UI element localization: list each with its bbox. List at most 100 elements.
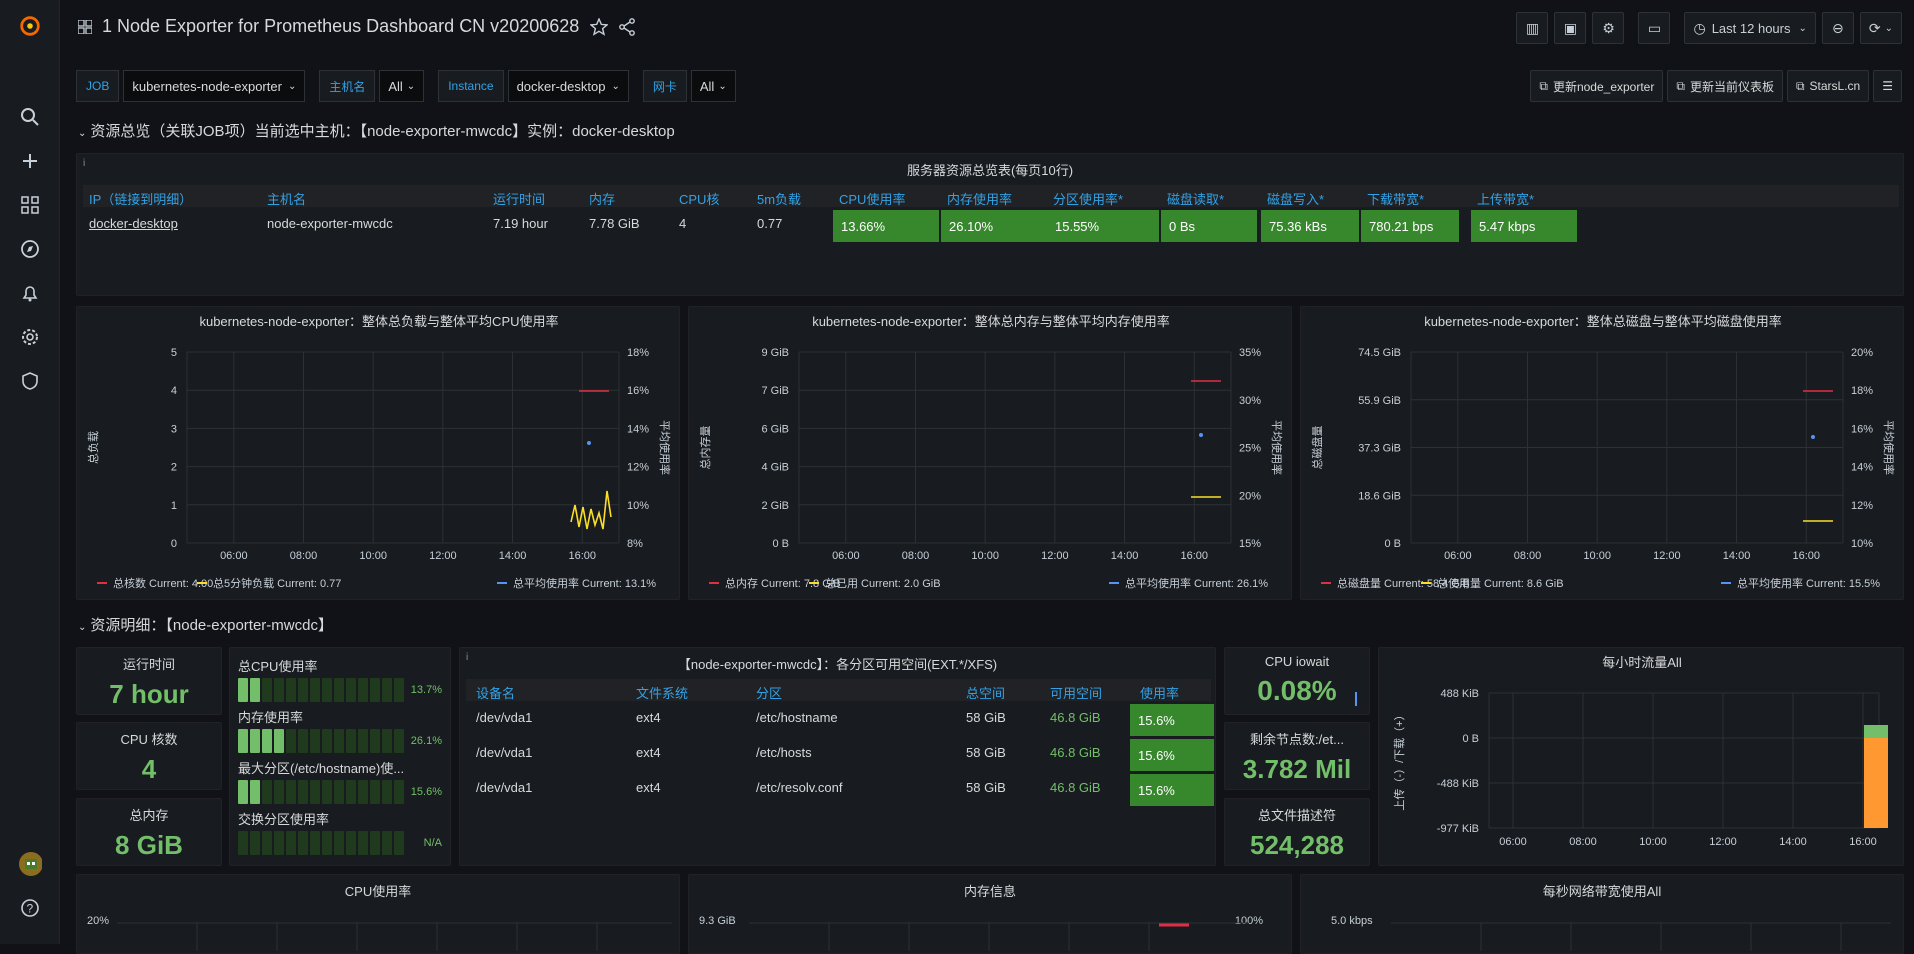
add-panel-button[interactable]: ▥ bbox=[1516, 12, 1549, 44]
column-header[interactable]: 设备名 bbox=[476, 683, 515, 702]
column-header[interactable]: 内存使用率 bbox=[947, 189, 1012, 208]
column-header[interactable]: 磁盘写入* bbox=[1267, 189, 1324, 208]
sparkline bbox=[1355, 692, 1357, 706]
star-icon[interactable] bbox=[589, 17, 609, 39]
column-header[interactable]: IP（链接到明细） bbox=[89, 189, 192, 208]
stat-cores-panel: CPU 核数 4 bbox=[76, 722, 222, 790]
grafana-logo-icon[interactable] bbox=[18, 14, 42, 38]
overview-table: IP（链接到明细） 主机名 运行时间 内存 CPU核 5m负载 CPU使用率 内存使用率 分区使… bbox=[83, 185, 1899, 242]
column-header[interactable]: 分区 bbox=[756, 683, 782, 702]
var-label-job: JOB bbox=[76, 70, 120, 102]
legend-item[interactable]: 总使用量 Current: 8.6 GiB bbox=[1437, 576, 1564, 590]
column-header[interactable]: 磁盘读取* bbox=[1167, 189, 1224, 208]
y-tick-label: 4 GiB bbox=[761, 462, 789, 474]
explore-icon[interactable] bbox=[18, 237, 42, 261]
column-header[interactable]: 运行时间 bbox=[493, 189, 545, 208]
var-select-instance[interactable]: docker-desktop ⌄ bbox=[507, 70, 629, 102]
row-overview-title[interactable]: ⌄ 资源总览（关联JOB项）当前选中主机：【node-exporter-mwcdc… bbox=[78, 120, 675, 141]
gauge-cell bbox=[250, 780, 260, 804]
host-link[interactable]: docker-desktop bbox=[89, 216, 178, 231]
x-tick-label: 14:00 bbox=[1723, 550, 1751, 562]
y-tick-label: 55.9 GiB bbox=[1358, 395, 1401, 407]
search-icon[interactable] bbox=[18, 105, 42, 129]
dashboard-title[interactable]: 1 Node Exporter for Prometheus Dashboard… bbox=[102, 16, 579, 37]
legend-item[interactable]: 总已用 Current: 2.0 GiB bbox=[825, 576, 941, 590]
column-header[interactable]: 上传带宽* bbox=[1477, 189, 1534, 208]
y2-tick-label: 10% bbox=[1851, 538, 1873, 550]
column-header[interactable]: 5m负载 bbox=[757, 189, 801, 208]
plus-icon[interactable] bbox=[18, 149, 42, 173]
chevron-down-icon: ⌄ bbox=[1884, 22, 1893, 34]
help-icon[interactable]: ? bbox=[18, 896, 42, 920]
shield-icon[interactable] bbox=[18, 369, 42, 393]
x-tick-label: 06:00 bbox=[1444, 550, 1472, 562]
bell-icon[interactable] bbox=[18, 281, 42, 305]
legend-item[interactable]: 总平均使用率 Current: 15.5% bbox=[1737, 576, 1880, 590]
fs-table: 设备名 文件系统 分区 总空间 可用空间 使用率 /dev/vda1 ext4/etc/ho… bbox=[466, 679, 1214, 806]
y-tick-label: 488 KiB bbox=[1440, 688, 1479, 700]
table-row[interactable]: docker-desktop node-exporter-mwcdc 7.19 ho… bbox=[83, 207, 1899, 242]
menu-button[interactable]: ☰ bbox=[1873, 70, 1902, 102]
table-cell: 7.78 GiB bbox=[589, 216, 640, 231]
gauge-cell bbox=[298, 780, 308, 804]
legend-item[interactable]: 总5分钟负载 Current: 0.77 bbox=[213, 576, 341, 590]
table-cell: 4 bbox=[679, 216, 687, 231]
gauge-cell bbox=[334, 831, 344, 855]
svg-text:?: ? bbox=[27, 902, 34, 916]
table-row[interactable]: /dev/vda1 ext4/etc/resolv.conf 58 GiB 46.8 … bbox=[466, 771, 1214, 806]
table-row[interactable]: /dev/vda1 ext4/etc/hostname 58 GiB 46.8 GiB… bbox=[466, 701, 1214, 736]
y2-tick-label: 20% bbox=[1851, 347, 1873, 359]
var-select-nic[interactable]: All ⌄ bbox=[690, 70, 736, 102]
link-update-dashboard[interactable]: ⧉ 更新当前仪表板 bbox=[1667, 70, 1783, 102]
legend-item[interactable]: 总平均使用率 Current: 26.1% bbox=[1125, 576, 1268, 590]
save-button[interactable]: ▣ bbox=[1554, 12, 1587, 44]
column-header[interactable]: 可用空间 bbox=[1050, 683, 1102, 702]
column-header[interactable]: 总空间 bbox=[966, 683, 1005, 702]
grid bbox=[798, 351, 1232, 544]
column-header[interactable]: 分区使用率* bbox=[1053, 189, 1123, 208]
var-select-hostname[interactable]: All ⌄ bbox=[379, 70, 425, 102]
y2-tick-label: 12% bbox=[1851, 500, 1873, 512]
y-axis-label: 总内存量 bbox=[698, 426, 712, 470]
gear-icon[interactable] bbox=[18, 325, 42, 349]
axis-tick: 20% bbox=[87, 915, 110, 927]
x-tick-label: 06:00 bbox=[832, 550, 860, 562]
table-row[interactable]: /dev/vda1 ext4/etc/hosts 58 GiB 46.8 GiB 15.… bbox=[466, 736, 1214, 771]
gauge-label: 内存使用率 bbox=[238, 710, 304, 725]
legend-item[interactable]: 总内存 Current: 7.8 GiB bbox=[725, 576, 841, 590]
settings-button[interactable]: ⚙ bbox=[1592, 12, 1625, 44]
row-detail-title[interactable]: ⌄ 资源明细：【node-exporter-mwcdc】 bbox=[78, 614, 333, 635]
column-header[interactable]: CPU核 bbox=[679, 189, 719, 208]
y-tick-label: 74.5 GiB bbox=[1358, 347, 1401, 359]
y-tick-label: 18.6 GiB bbox=[1358, 490, 1401, 502]
link-starsl[interactable]: ⧉ StarsL.cn bbox=[1786, 70, 1870, 102]
time-range-label: Last 12 hours bbox=[1711, 20, 1791, 36]
stat-value: 4 bbox=[141, 754, 157, 784]
column-header[interactable]: 内存 bbox=[589, 189, 615, 208]
column-header[interactable]: 下载带宽* bbox=[1367, 189, 1424, 208]
avatar[interactable] bbox=[18, 852, 42, 876]
y-axis-label: 总负载 bbox=[86, 431, 100, 464]
zoom-out-button[interactable]: ⊖ bbox=[1821, 12, 1854, 44]
column-header[interactable]: CPU使用率 bbox=[839, 189, 905, 208]
share-icon[interactable] bbox=[618, 18, 636, 39]
series-line bbox=[570, 490, 612, 530]
x-tick-label: 06:00 bbox=[220, 550, 248, 562]
y-tick-label: 6 GiB bbox=[761, 423, 789, 435]
column-header[interactable]: 主机名 bbox=[267, 189, 306, 208]
refresh-button[interactable]: ⟳ ⌄ bbox=[1859, 12, 1902, 44]
dashboards-icon[interactable] bbox=[18, 193, 42, 217]
traffic-chart: 每小时流量All 488 KiB 0 B -488 KiB -977 KiB 06:00 0… bbox=[1393, 655, 1888, 848]
legend-item[interactable]: 总平均使用率 Current: 13.1% bbox=[513, 576, 656, 590]
time-picker-button[interactable]: ◷ Last 12 hours ⌄ bbox=[1684, 12, 1816, 44]
y-tick-label: 2 bbox=[171, 462, 177, 474]
zoom-out-icon: ⊖ bbox=[1832, 19, 1844, 36]
column-header[interactable]: 使用率 bbox=[1140, 683, 1179, 702]
column-header[interactable]: 文件系统 bbox=[636, 683, 688, 702]
link-update-node-exporter[interactable]: ⧉ 更新node_exporter bbox=[1530, 70, 1664, 102]
gauge-label: 交换分区使用率 bbox=[238, 812, 330, 827]
x-tick-label: 08:00 bbox=[290, 550, 318, 562]
tv-mode-button[interactable]: ▭ bbox=[1638, 12, 1671, 44]
var-select-job[interactable]: kubernetes-node-exporter ⌄ bbox=[123, 70, 306, 102]
x-tick-label: 12:00 bbox=[429, 550, 457, 562]
